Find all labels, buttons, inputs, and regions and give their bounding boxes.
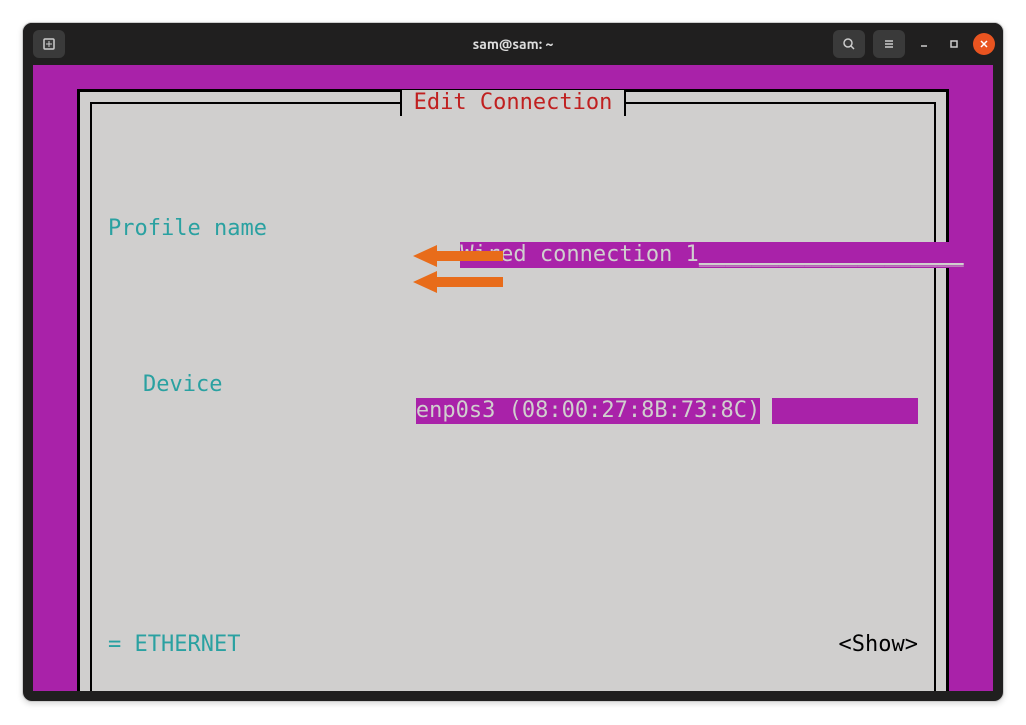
device-input[interactable]: enp0s3 (08:00:27:8B:73:8C) (416, 398, 760, 424)
tui-panel: Edit Connection Profile name Wired conne… (77, 89, 949, 691)
minimize-button[interactable] (913, 33, 935, 55)
device-label: Device (108, 372, 230, 398)
search-button[interactable] (833, 30, 865, 58)
terminal-window: sam@sam: ~ (22, 22, 1004, 702)
device-input-pad (772, 398, 918, 424)
dialog-title: Edit Connection (400, 90, 627, 116)
maximize-button[interactable] (943, 33, 965, 55)
profile-name-label: Profile name (108, 216, 275, 242)
profile-name-input[interactable]: Wired connection 1____________________ (460, 242, 963, 268)
menu-button[interactable] (873, 30, 905, 58)
text-cursor (760, 400, 772, 422)
close-button[interactable] (973, 33, 995, 55)
tui-box: Edit Connection Profile name Wired conne… (90, 102, 936, 691)
ethernet-label: ETHERNET (135, 632, 241, 658)
terminal-area: Edit Connection Profile name Wired conne… (33, 65, 993, 691)
ethernet-marker: = (108, 632, 121, 658)
titlebar: sam@sam: ~ (23, 23, 1003, 65)
new-tab-button[interactable] (33, 30, 65, 58)
ethernet-show-button[interactable]: <Show> (839, 632, 918, 658)
